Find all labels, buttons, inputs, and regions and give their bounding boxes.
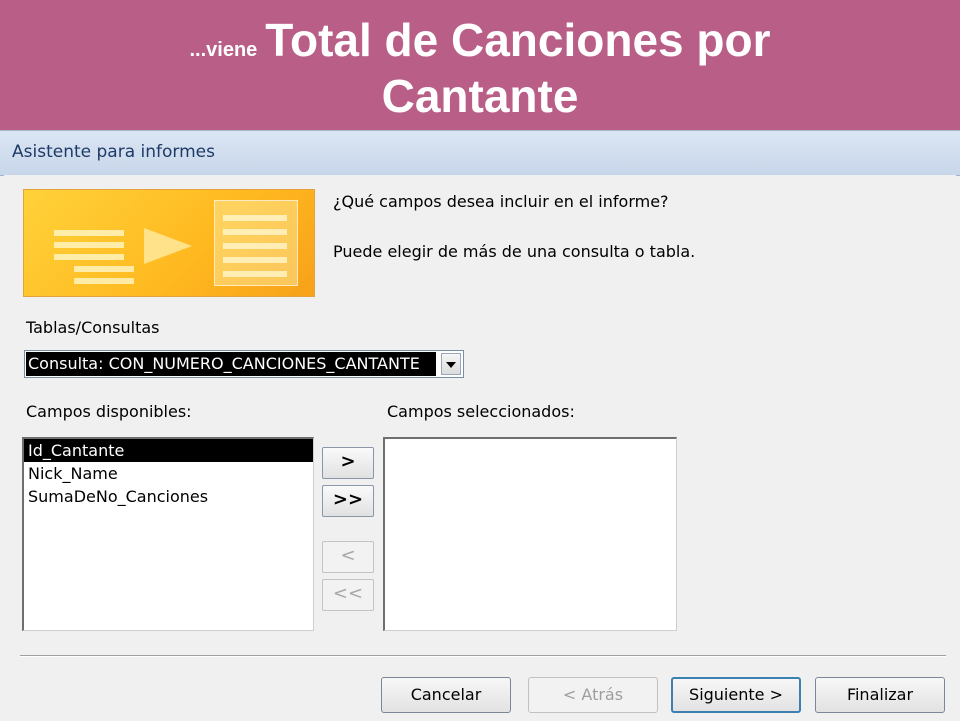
slide-banner: ...viene Total de Canciones por Cantante <box>0 0 960 130</box>
report-wizard-dialog: Asistente para informes ¿Qué campos dese… <box>0 130 960 721</box>
banner-title-line2: Cantante <box>381 70 579 122</box>
illustration-bar <box>223 243 287 249</box>
add-all-fields-button[interactable]: >> <box>322 485 374 517</box>
illustration-arrow-icon <box>144 228 192 264</box>
chevron-down-icon <box>446 362 456 368</box>
available-fields-label: Campos disponibles: <box>26 402 192 421</box>
illustration-bar <box>54 242 124 248</box>
prompt-hint: Puede elegir de más de una consulta o ta… <box>333 242 696 261</box>
dropdown-button[interactable] <box>441 353 461 375</box>
illustration-report-page <box>214 200 298 286</box>
prompt-question: ¿Qué campos desea incluir en el informe? <box>333 192 669 211</box>
selected-fields-label: Campos seleccionados: <box>387 402 575 421</box>
footer-divider <box>20 655 946 657</box>
tables-queries-label: Tablas/Consultas <box>26 318 160 337</box>
tables-queries-dropdown[interactable]: Consulta: CON_NUMERO_CANCIONES_CANTANTE <box>24 350 464 378</box>
illustration-bar <box>74 266 134 272</box>
illustration-bar <box>74 278 134 284</box>
cancel-button[interactable]: Cancelar <box>381 677 511 713</box>
illustration-bar <box>223 257 287 263</box>
dialog-client-area: ¿Qué campos desea incluir en el informe?… <box>4 175 956 721</box>
dialog-titlebar[interactable]: Asistente para informes <box>0 131 960 176</box>
list-item-sumadeno-canciones[interactable]: SumaDeNo_Canciones <box>24 485 313 508</box>
banner-prefix: ...viene <box>189 39 258 61</box>
list-item-nick-name[interactable]: Nick_Name <box>24 462 313 485</box>
report-wizard-illustration-icon <box>23 189 315 297</box>
next-button[interactable]: Siguiente > <box>671 677 801 713</box>
banner-title-line1: ...viene Total de Canciones por <box>0 14 960 78</box>
available-fields-list[interactable]: Id_Cantante Nick_Name SumaDeNo_Canciones <box>22 437 314 631</box>
dialog-title: Asistente para informes <box>12 142 215 162</box>
list-item-id-cantante[interactable]: Id_Cantante <box>24 439 313 462</box>
illustration-bar <box>54 230 124 236</box>
banner-title: Total de Canciones por <box>265 14 771 66</box>
back-button[interactable]: < Atrás <box>528 677 658 713</box>
finish-button[interactable]: Finalizar <box>815 677 945 713</box>
illustration-bar <box>223 271 287 277</box>
tables-queries-selected: Consulta: CON_NUMERO_CANCIONES_CANTANTE <box>26 352 436 376</box>
selected-fields-list[interactable] <box>383 437 677 631</box>
add-field-button[interactable]: > <box>322 447 374 479</box>
remove-field-button[interactable]: < <box>322 541 374 573</box>
illustration-bar <box>223 215 287 221</box>
remove-all-fields-button[interactable]: << <box>322 579 374 611</box>
illustration-bar <box>54 254 124 260</box>
illustration-bar <box>223 229 287 235</box>
